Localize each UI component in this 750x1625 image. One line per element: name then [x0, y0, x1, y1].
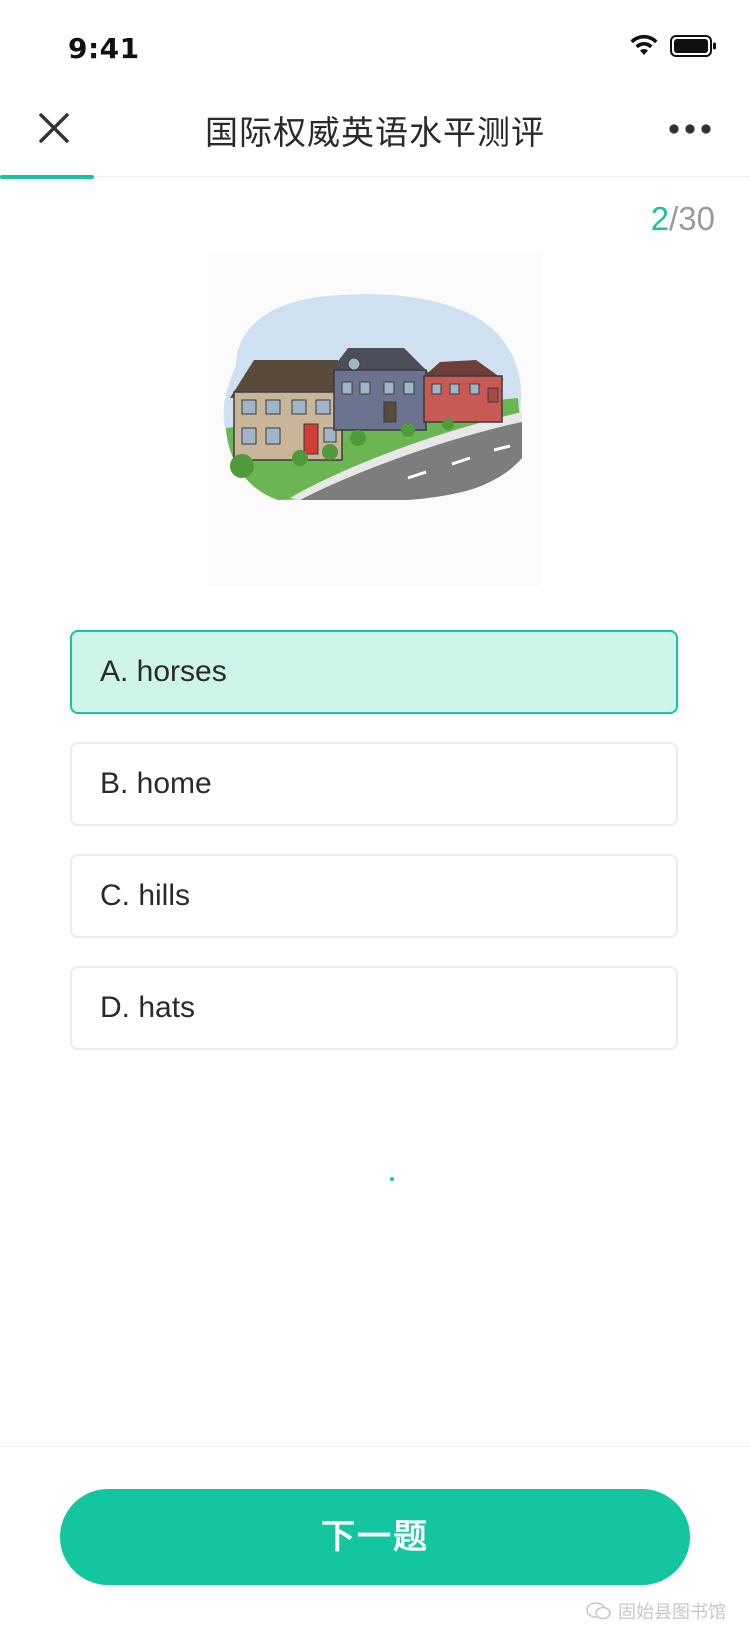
option-a[interactable]: A. horses	[70, 630, 678, 714]
question-image	[208, 252, 542, 586]
option-d[interactable]: D. hats	[70, 966, 678, 1050]
progress-bar	[0, 175, 750, 179]
watermark: 固始县图书馆	[586, 1598, 726, 1624]
loading-dot	[390, 1177, 394, 1181]
battery-icon	[670, 35, 716, 57]
option-a-label: A. horses	[100, 655, 227, 688]
houses-street-illustration	[223, 294, 522, 500]
next-question-button[interactable]: 下一题	[60, 1489, 690, 1585]
watermark-text: 固始县图书馆	[618, 1602, 726, 1623]
counter-current: 2	[650, 200, 670, 237]
progress-fill	[0, 175, 94, 179]
wechat-icon	[586, 1602, 611, 1620]
option-d-label: D. hats	[100, 991, 196, 1024]
counter-total: 30	[678, 200, 715, 237]
page-title: 国际权威英语水平测评	[205, 113, 545, 152]
wifi-icon	[630, 34, 658, 55]
option-c[interactable]: C. hills	[70, 854, 678, 938]
option-b[interactable]: B. home	[70, 742, 678, 826]
question-counter: 2/30	[651, 200, 715, 238]
status-bar: 9:41	[0, 0, 750, 88]
counter-separator: /	[669, 200, 679, 237]
status-time: 9:41	[68, 32, 140, 65]
more-icon[interactable]	[668, 123, 712, 135]
nav-bar: 国际权威英语水平测评	[0, 88, 750, 177]
option-b-label: B. home	[100, 767, 212, 800]
option-c-label: C. hills	[100, 879, 191, 912]
